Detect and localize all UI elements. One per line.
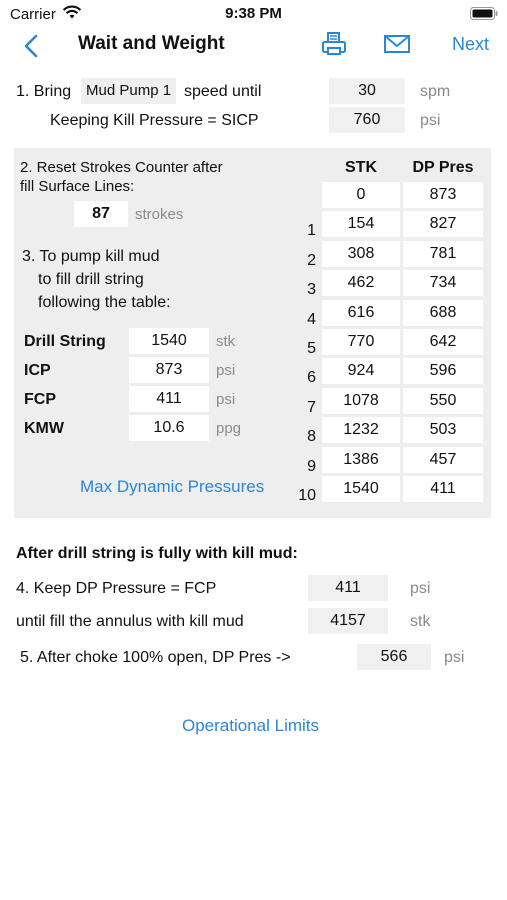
drill-string-unit: stk: [216, 333, 236, 350]
fcp-field[interactable]: 411: [129, 386, 209, 412]
kmw-label: KMW: [24, 420, 64, 437]
table-cell-dp-pres: 411: [403, 476, 483, 502]
icp-unit: psi: [216, 362, 236, 379]
table-cell-stk: 308: [322, 241, 400, 267]
table-cell-stk: 770: [322, 329, 400, 355]
pump-speed-unit: spm: [420, 83, 451, 100]
table-cell-dp-pres: 781: [403, 241, 483, 267]
table-cell-dp-pres: 457: [403, 447, 483, 473]
pump-speed-field[interactable]: 30: [329, 78, 405, 104]
step3-line2: to fill drill string: [38, 271, 144, 288]
table-cell-dp-pres: 596: [403, 358, 483, 384]
fcp-hold-unit: psi: [410, 580, 431, 597]
table-row-number: 8: [307, 428, 316, 445]
operational-limits-link[interactable]: Operational Limits: [182, 716, 319, 736]
table-cell-stk: 924: [322, 358, 400, 384]
step1-keep-label: Keeping Kill Pressure = SICP: [50, 112, 259, 129]
pump-select[interactable]: Mud Pump 1: [81, 78, 177, 104]
dp-after-choke-unit: psi: [444, 649, 465, 666]
icp-label: ICP: [24, 362, 51, 379]
step3-line3: following the table:: [38, 294, 171, 311]
kill-pressure-unit: psi: [420, 112, 441, 129]
dp-pres-column-header: DP Pres: [412, 159, 474, 176]
table-cell-dp-pres: 550: [403, 388, 483, 414]
fcp-unit: psi: [216, 391, 236, 408]
table-cell-dp-pres: 827: [403, 211, 483, 237]
back-button[interactable]: [18, 32, 46, 60]
step5-label: 5. After choke 100% open, DP Pres ->: [20, 649, 291, 666]
icp-field[interactable]: 873: [129, 357, 209, 383]
navigation-bar: Wait and Weight Next: [0, 28, 507, 64]
step1-bring-label: 1. Bring: [16, 83, 72, 100]
table-row-number: 1: [307, 222, 316, 239]
drill-string-label: Drill String: [24, 333, 106, 350]
table-row-number: 5: [307, 340, 316, 357]
table-cell-stk: 0: [322, 182, 400, 208]
annulus-label: until fill the annulus with kill mud: [16, 613, 244, 630]
step2-line1: 2. Reset Strokes Counter after: [20, 159, 223, 176]
battery-icon: [470, 7, 498, 24]
table-row-number: 9: [307, 458, 316, 475]
next-button[interactable]: Next: [452, 34, 489, 55]
print-button[interactable]: [320, 30, 348, 58]
table-cell-dp-pres: 503: [403, 417, 483, 443]
status-bar: Carrier 9:38 PM: [0, 0, 507, 28]
table-row-number: 3: [307, 281, 316, 298]
step3-line1: 3. To pump kill mud: [22, 248, 160, 265]
after-heading: After drill string is fully with kill mu…: [16, 545, 298, 562]
max-dynamic-pressures-link[interactable]: Max Dynamic Pressures: [80, 477, 264, 497]
annulus-strokes-unit: stk: [410, 613, 431, 630]
table-cell-stk: 1540: [322, 476, 400, 502]
table-row-number: 10: [298, 487, 316, 504]
table-cell-dp-pres: 642: [403, 329, 483, 355]
table-row-number: 7: [307, 399, 316, 416]
step1-speed-label: speed until: [184, 83, 262, 100]
annulus-strokes-field[interactable]: 4157: [308, 608, 388, 634]
kmw-field[interactable]: 10.6: [129, 415, 209, 441]
step4-label: 4. Keep DP Pressure = FCP: [16, 580, 217, 597]
table-cell-stk: 154: [322, 211, 400, 237]
printer-icon: [322, 32, 346, 55]
table-cell-stk: 1232: [322, 417, 400, 443]
dp-after-choke-field[interactable]: 566: [357, 644, 431, 670]
table-cell-dp-pres: 688: [403, 300, 483, 326]
table-row-number: 2: [307, 252, 316, 269]
mail-button[interactable]: [383, 30, 411, 58]
kill-pressure-field[interactable]: 760: [329, 107, 405, 133]
step2-line2: fill Surface Lines:: [20, 178, 135, 195]
table-cell-dp-pres: 873: [403, 182, 483, 208]
table-cell-stk: 462: [322, 270, 400, 296]
kmw-unit: ppg: [216, 420, 242, 437]
table-row-number: 6: [307, 369, 316, 386]
drill-string-field[interactable]: 1540: [129, 328, 209, 354]
table-cell-dp-pres: 734: [403, 270, 483, 296]
fcp-label: FCP: [24, 391, 56, 408]
table-cell-stk: 1386: [322, 447, 400, 473]
clock-label: 9:38 PM: [225, 5, 282, 22]
fcp-hold-field[interactable]: 411: [308, 575, 388, 601]
stk-column-header: STK: [345, 159, 377, 176]
chevron-left-icon: [24, 34, 38, 58]
page-title: Wait and Weight: [78, 33, 225, 54]
surface-strokes-unit: strokes: [135, 206, 184, 223]
table-cell-stk: 1078: [322, 388, 400, 414]
envelope-icon: [384, 35, 410, 53]
table-cell-stk: 616: [322, 300, 400, 326]
surface-strokes-field[interactable]: 87: [74, 201, 128, 227]
table-row-number: 4: [307, 311, 316, 328]
